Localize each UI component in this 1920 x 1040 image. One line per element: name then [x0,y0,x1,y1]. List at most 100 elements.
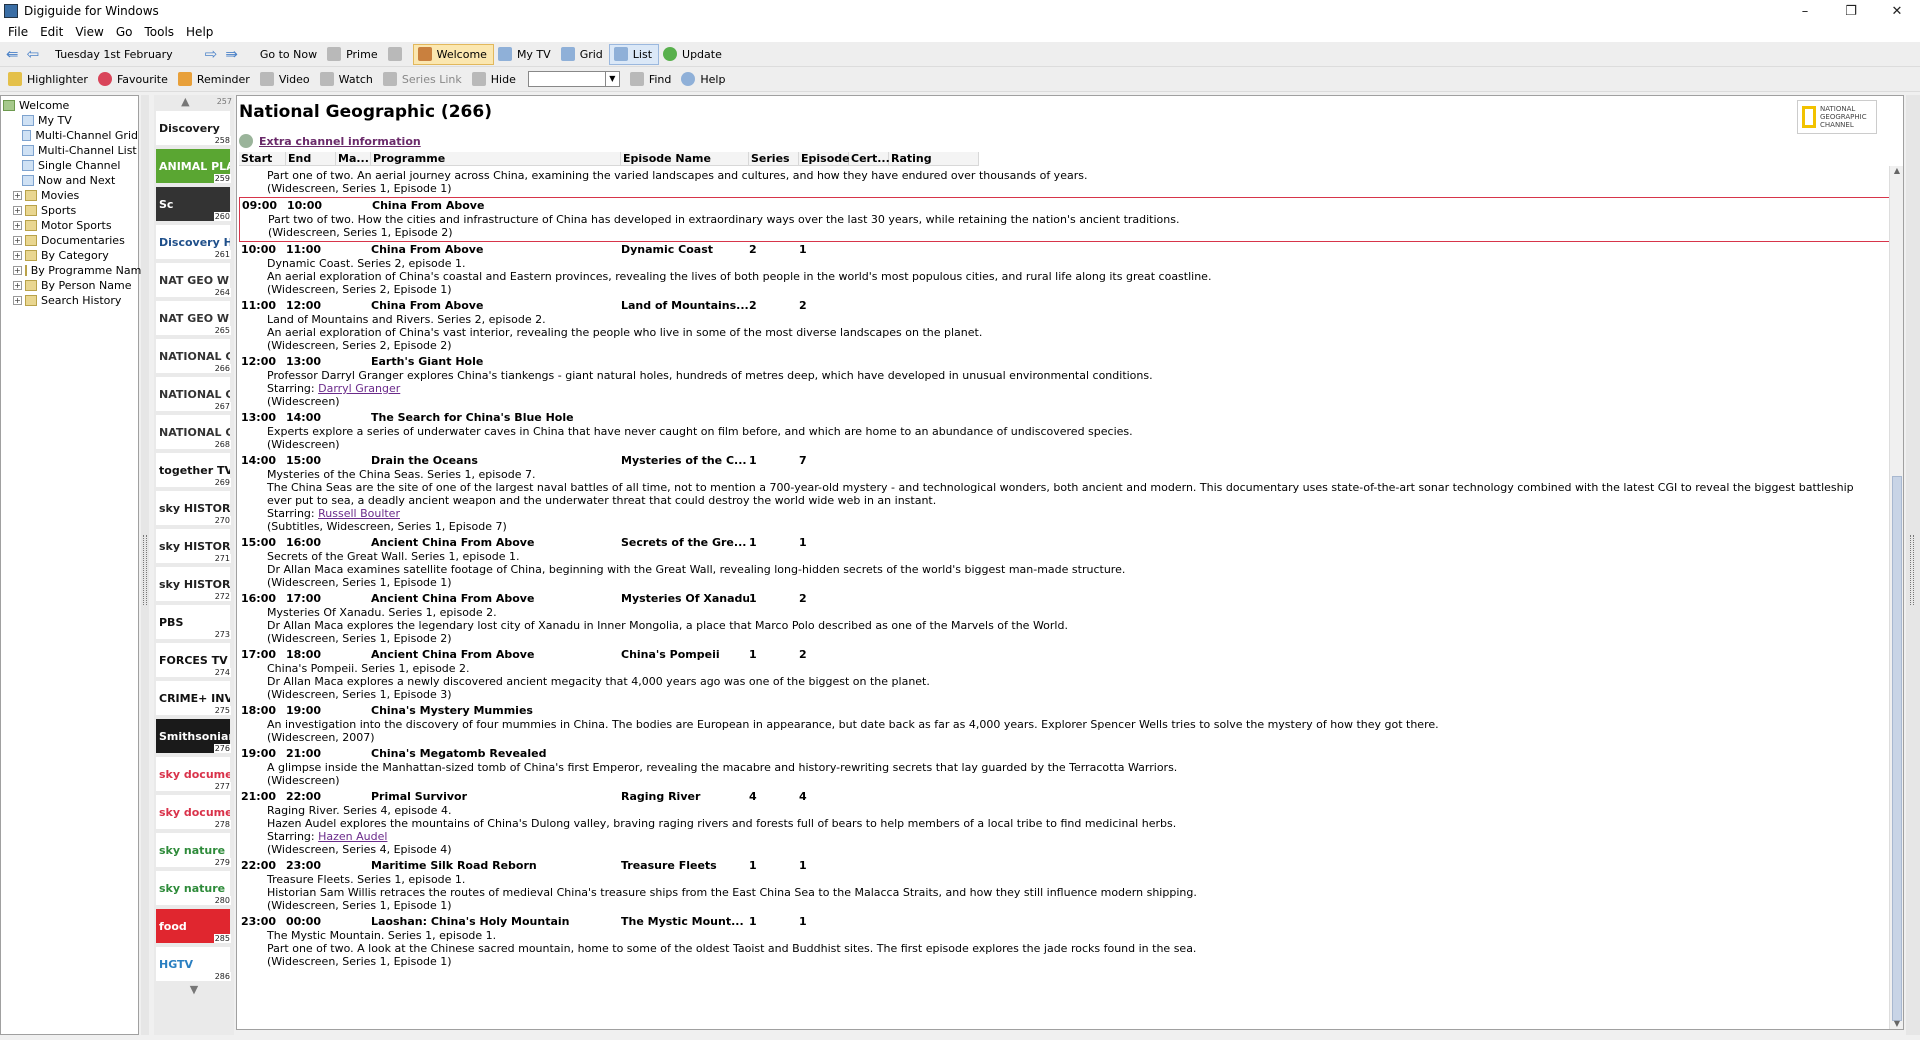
col-episode[interactable]: Episode [799,152,850,165]
channel-tile[interactable]: NATIONAL GEOGRAPHIC266 [154,337,232,375]
vertical-scrollbar[interactable]: ▲ ▼ [1889,166,1903,1029]
programme-entry[interactable]: 12:00 13:00 Earth's Giant Hole Professor Da… [239,354,1891,410]
channel-tile[interactable]: sky documentaries278 [154,793,232,831]
programme-entry[interactable]: 11:00 12:00 China From Above Land of Mounta… [239,298,1891,354]
tree-item[interactable]: Welcome [1,98,138,113]
channel-tile[interactable]: NATIONAL GEOGRAPHIC268 [154,413,232,451]
print-button[interactable] [384,44,413,65]
expand-icon[interactable]: + [13,206,22,215]
menu-tools[interactable]: Tools [140,25,182,39]
programme-entry[interactable]: 13:00 14:00 The Search for China's Blue Ho… [239,410,1891,453]
restore-button[interactable]: ❐ [1828,0,1874,22]
menu-go[interactable]: Go [112,25,141,39]
scroll-down-icon[interactable]: ▼ [1890,1019,1903,1029]
splitter-grip[interactable] [143,535,147,605]
tree-item[interactable]: + By Person Name [1,278,138,293]
tree-item[interactable]: + Documentaries [1,233,138,248]
channel-tile[interactable]: sky nature 280 [154,869,232,907]
update-button[interactable]: Update [659,44,728,65]
expand-icon[interactable]: + [13,281,22,290]
reminder-button[interactable]: Reminder [174,69,256,90]
col-rating[interactable]: Rating [889,152,979,165]
tree-item[interactable]: + By Category [1,248,138,263]
col-marker[interactable]: Ma... [336,152,371,165]
programme-entry[interactable]: 15:00 16:00 Ancient China From Above Secret… [239,535,1891,591]
programme-entry[interactable]: 19:00 21:00 China's Megatomb Revealed A gli… [239,746,1891,789]
chevron-down-icon[interactable]: ▼ [604,72,619,86]
grid-button[interactable]: Grid [557,44,609,65]
channel-tile[interactable]: NAT GEO WILD265 [154,299,232,337]
channel-tile[interactable]: Sc 260 [154,185,232,223]
tree-item[interactable]: Multi-Channel List [1,143,138,158]
channel-tile[interactable]: sky HISTORY 270 [154,489,232,527]
tree-item[interactable]: + By Programme Name [1,263,148,278]
person-link[interactable]: Darryl Granger [318,382,400,395]
close-button[interactable]: ✕ [1874,0,1920,22]
channel-tile[interactable]: NAT GEO WILD264 [154,261,232,299]
col-end[interactable]: End [286,152,336,165]
help-button[interactable]: Help [677,69,731,90]
left-splitter[interactable] [141,95,149,1035]
favourite-button[interactable]: Favourite [94,69,174,90]
programme-entry[interactable]: 16:00 17:00 Ancient China From Above Myster… [239,591,1891,647]
back-icon[interactable]: ⇦ [27,47,40,62]
menu-help[interactable]: Help [182,25,221,39]
programme-entry[interactable]: 21:00 22:00 Primal Survivor Raging River 4 4 R… [239,789,1891,858]
col-cert[interactable]: Cert... [849,152,890,165]
channel-tile[interactable]: sky documentaries277 [154,755,232,793]
highlighter-button[interactable]: Highlighter [4,69,94,90]
person-link[interactable]: Russell Boulter [318,507,400,520]
programme-entry[interactable]: Part one of two. An aerial journey acros… [239,168,1891,197]
col-start[interactable]: Start [239,152,286,165]
channel-scroll-down-icon[interactable]: ▼ [154,983,234,997]
channel-tile[interactable]: food 285 [154,907,232,945]
programme-entry[interactable]: 09:00 10:00 China From Above Part two of tw… [239,197,1891,242]
channel-tile[interactable]: PBS 273 [154,603,232,641]
menu-file[interactable]: File [4,25,36,39]
channel-tile[interactable]: HGTV 286 [154,945,232,983]
watch-button[interactable]: Watch [316,69,379,90]
tree-item[interactable]: Multi-Channel Grid [1,128,138,143]
programme-entry[interactable]: 14:00 15:00 Drain the Oceans Mysteries of t… [239,453,1891,535]
channel-tile[interactable]: ANIMAL PLAN259 [154,147,232,185]
programme-entry[interactable]: 17:00 18:00 Ancient China From Above China'… [239,647,1891,703]
tree-item[interactable]: Single Channel [1,158,138,173]
channel-tile[interactable]: sky nature 279 [154,831,232,869]
col-series[interactable]: Series [749,152,799,165]
expand-icon[interactable]: + [13,296,22,305]
right-splitter[interactable] [1906,95,1920,1035]
tree-item[interactable]: + Search History [1,293,138,308]
prime-button[interactable]: Prime [323,44,384,65]
scrollbar-thumb[interactable] [1892,476,1902,1021]
tree-item[interactable]: + Movies [1,188,138,203]
tree-item[interactable]: + Sports [1,203,138,218]
tree-item[interactable]: My TV [1,113,138,128]
channel-tile[interactable]: Discovery HISTO261 [154,223,232,261]
tree-item[interactable]: + Motor Sports [1,218,138,233]
col-programme[interactable]: Programme [371,152,621,165]
splitter-grip[interactable] [1910,535,1914,605]
expand-icon[interactable]: + [13,236,22,245]
extra-channel-info-link[interactable]: Extra channel information [239,134,421,148]
scroll-up-icon[interactable]: ▲ [1890,166,1903,178]
expand-icon[interactable]: + [13,221,22,230]
find-button[interactable]: Find [626,69,678,90]
series-link-button[interactable]: Series Link [379,69,468,90]
channel-tile[interactable]: sky HISTORY 272 [154,565,232,603]
back-start-icon[interactable]: ⇚ [6,47,19,62]
programme-entry[interactable]: 23:00 00:00 Laoshan: China's Holy Mountain… [239,914,1891,970]
expand-icon[interactable]: + [13,266,22,275]
person-link[interactable]: Hazen Audel [318,830,387,843]
my-tv-button[interactable]: My TV [494,44,557,65]
hide-dropdown[interactable]: ▼ [527,71,620,87]
forward-icon[interactable]: ⇨ [205,47,218,62]
menu-edit[interactable]: Edit [36,25,71,39]
channel-tile[interactable]: Smithsonian 276 [154,717,232,755]
forward-end-icon[interactable]: ⇛ [225,47,238,62]
programme-entry[interactable]: 10:00 11:00 China From Above Dynamic Coast 2… [239,242,1891,298]
video-button[interactable]: Video [256,69,316,90]
expand-icon[interactable]: + [13,191,22,200]
channel-tile[interactable]: CRIME+ INVESTIGATION275 [154,679,232,717]
expand-icon[interactable]: + [13,251,22,260]
channel-scroll-up-icon[interactable]: ▲ 257 [154,95,234,109]
